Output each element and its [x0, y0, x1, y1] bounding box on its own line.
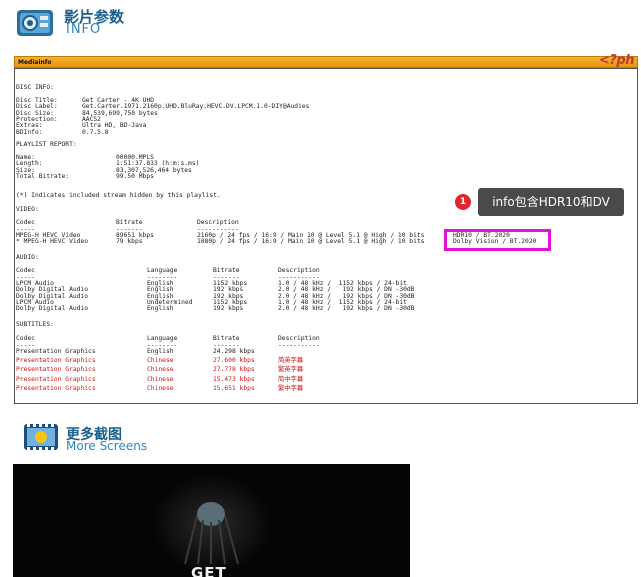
film-reel-icon — [22, 420, 60, 456]
video-bitrate-cell: 79 kbps — [116, 238, 143, 246]
php-logo: <?ph — [599, 53, 635, 68]
info-icon — [14, 4, 56, 40]
audio-language-cell: English — [147, 305, 174, 313]
audio-heading: AUDIO: — [16, 254, 39, 261]
subtitle-language-cell: Chinese — [147, 375, 174, 383]
playlist-heading: PLAYLIST REPORT: — [16, 141, 77, 148]
screenshot-art — [13, 464, 410, 577]
subtitle-language-cell: Chinese — [147, 366, 174, 374]
screenshot-caption: GET — [191, 564, 227, 577]
subtitle-bitrate-cell: 15.651 kbps — [213, 384, 255, 392]
video-description-cell: 1080p / 24 fps / 16:9 / Main 10 @ Level … — [197, 238, 425, 246]
subtitle-codec-cell: Presentation Graphics — [16, 375, 96, 383]
playlist-note: (*) Indicates included stream hidden by … — [16, 192, 221, 199]
audio-bitrate-cell: 192 kbps — [213, 305, 244, 313]
callout-number-badge: 1 — [455, 194, 471, 210]
subtitle-column-rule: ----------- — [278, 341, 320, 349]
subtitle-codec-cell: Presentation Graphics — [16, 384, 96, 392]
audio-description-cell: 2.0 / 48 kHz / 192 kbps / DN -30dB — [278, 305, 415, 313]
subtitle-description-cell: 繁英字幕 — [278, 366, 304, 374]
subtitle-language-cell: English — [147, 348, 174, 355]
subtitle-description-cell: 简中字幕 — [278, 375, 304, 383]
subtitle-bitrate-cell: 27.600 kbps — [213, 357, 255, 365]
video-codec-cell: * MPEG-H HEVC Video — [16, 238, 89, 246]
subtitle-codec-cell: Presentation Graphics — [16, 366, 96, 374]
subtitle-language-cell: Chinese — [147, 357, 174, 365]
more-title-en: More Screens — [66, 439, 148, 453]
subtitle-codec-cell: Presentation Graphics — [16, 357, 96, 365]
subtitle-description-cell: 繁中字幕 — [278, 384, 304, 392]
mediainfo-bar: Mediainfo <?ph — [14, 53, 638, 68]
callout-label: info包含HDR10和DV — [478, 188, 624, 216]
disc-info-value: 0.7.5.8 — [82, 128, 109, 136]
header-title-en: INFO — [66, 22, 102, 37]
audio-codec-cell: Dolby Digital Audio — [16, 305, 89, 313]
subtitle-language-cell: Chinese — [147, 384, 174, 392]
video-heading: VIDEO: — [16, 206, 39, 213]
subtitles-heading: SUBTITLES: — [16, 321, 54, 328]
playlist-info-key: Total Bitrate: — [16, 172, 70, 180]
subtitle-bitrate-cell: 27.778 kbps — [213, 366, 255, 374]
disc-heading: DISC INFO: — [16, 84, 54, 91]
movie-screenshot[interactable]: GET — [13, 464, 410, 577]
hdr-dv-highlight-box — [444, 229, 551, 251]
subtitle-bitrate-cell: 24.298 kbps — [213, 348, 255, 355]
mediainfo-label: Mediainfo — [18, 59, 52, 66]
disc-info-key: BDInfo: — [16, 128, 43, 136]
subtitle-codec-cell: Presentation Graphics — [16, 348, 96, 355]
subtitle-bitrate-cell: 15.473 kbps — [213, 375, 255, 383]
playlist-info-value: 99.50 Mbps — [116, 172, 154, 180]
subtitle-description-cell: 简英字幕 — [278, 357, 304, 365]
